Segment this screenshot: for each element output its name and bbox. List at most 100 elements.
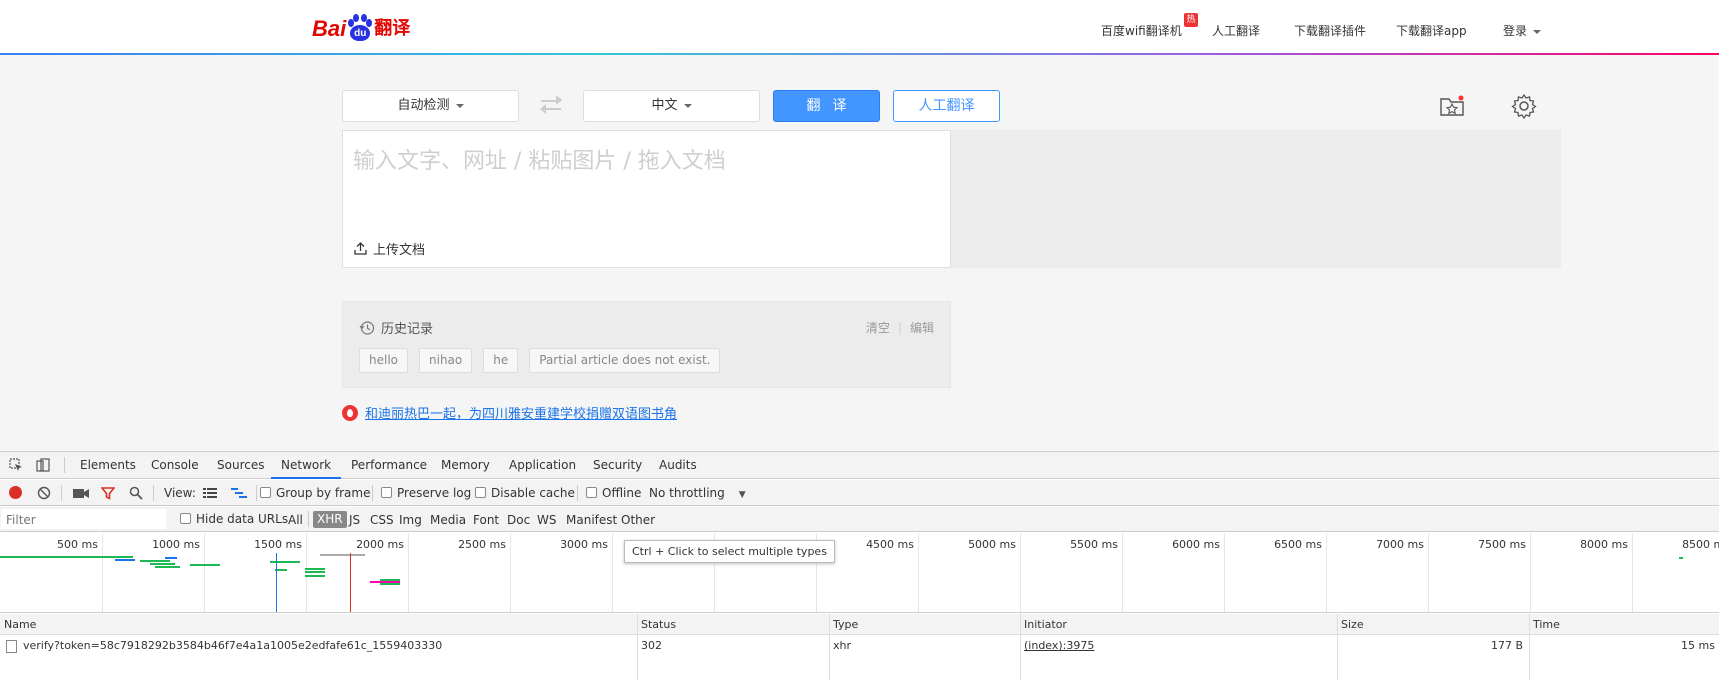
nav-human-translate[interactable]: 人工翻译	[1212, 22, 1260, 39]
column-time[interactable]: Time	[1533, 618, 1560, 631]
filter-type-doc[interactable]: Doc	[507, 513, 530, 527]
tab-console[interactable]: Console	[151, 452, 199, 479]
hide-data-urls-checkbox[interactable]: Hide data URLs	[180, 512, 288, 526]
group-by-frame-checkbox[interactable]: Group by frame	[260, 486, 370, 500]
promo-link[interactable]: 和迪丽热巴一起，为四川雅安重建学校捐赠双语图书角	[342, 403, 677, 422]
row-initiator-link[interactable]: (index):3975	[1024, 639, 1094, 652]
history-edit-button[interactable]: 编辑	[910, 321, 934, 335]
tab-application[interactable]: Application	[509, 452, 576, 479]
preserve-log-label: Preserve log	[397, 486, 472, 500]
filter-type-ws[interactable]: WS	[537, 513, 556, 527]
timeline-gridline	[1122, 533, 1123, 612]
offline-label: Offline	[602, 486, 642, 500]
table-row[interactable]: verify?token=58c7918292b3584b46f7e4a1a10…	[0, 636, 1719, 656]
timeline-gridline	[1020, 533, 1021, 612]
timeline-label: 5500 ms	[1070, 538, 1118, 551]
source-language-select[interactable]: 自动检测	[342, 90, 519, 122]
history-tags: hello nihao he Partial article does not …	[359, 348, 721, 373]
history-clear-button[interactable]: 清空	[866, 321, 890, 335]
filter-type-media[interactable]: Media	[430, 513, 466, 527]
timeline-event-marker	[276, 553, 277, 612]
timeline-gridline	[612, 533, 613, 612]
history-item[interactable]: Partial article does not exist.	[529, 348, 721, 373]
tab-network[interactable]: Network	[271, 452, 342, 479]
timeline-request-bar	[380, 583, 400, 585]
human-translate-button[interactable]: 人工翻译	[893, 90, 1000, 122]
target-language-select[interactable]: 中文	[583, 90, 760, 122]
timeline-label: 7500 ms	[1478, 538, 1526, 551]
throttling-label: No throttling	[649, 486, 725, 500]
nav-wifi-translator[interactable]: 百度wifi翻译机	[1101, 22, 1182, 39]
nav-download-plugin[interactable]: 下载翻译插件	[1294, 22, 1366, 39]
site-header: Bai du 翻译 百度wifi翻译机 热 人工翻译 下载翻译插件 下载翻译ap…	[0, 0, 1719, 54]
column-status[interactable]: Status	[641, 618, 676, 631]
clear-icon[interactable]	[37, 486, 51, 500]
tab-memory[interactable]: Memory	[441, 452, 490, 479]
timeline-request-bar	[155, 566, 180, 568]
overview-waterfall-icon[interactable]	[231, 487, 247, 499]
column-type[interactable]: Type	[833, 618, 858, 631]
filter-type-css[interactable]: CSS	[370, 513, 394, 527]
baidu-fanyi-logo[interactable]: Bai du 翻译	[312, 12, 410, 42]
preserve-log-checkbox[interactable]: Preserve log	[381, 486, 471, 500]
filter-type-manifest[interactable]: Manifest	[566, 513, 617, 527]
tab-performance[interactable]: Performance	[351, 452, 427, 479]
timeline-event-marker	[350, 553, 351, 612]
filter-icon[interactable]	[101, 486, 115, 500]
throttling-select[interactable]: No throttling ▼	[649, 486, 746, 500]
chevron-down-icon	[455, 103, 464, 108]
offline-checkbox[interactable]: Offline	[586, 486, 641, 500]
history-item[interactable]: nihao	[419, 348, 473, 373]
tab-elements[interactable]: Elements	[80, 452, 136, 479]
timeline-label: 2000 ms	[356, 538, 404, 551]
tab-sources[interactable]: Sources	[217, 452, 264, 479]
row-size: 177 B	[1490, 639, 1523, 652]
timeline-label: 6500 ms	[1274, 538, 1322, 551]
favorites-folder-icon[interactable]	[1438, 92, 1466, 120]
timeline-request-bar	[190, 564, 220, 566]
large-rows-icon[interactable]	[203, 487, 217, 499]
swap-languages-icon[interactable]	[539, 94, 563, 116]
history-item[interactable]: hello	[359, 348, 408, 373]
nav-login[interactable]: 登录	[1503, 22, 1542, 39]
view-label: View:	[164, 486, 196, 500]
filter-type-js[interactable]: JS	[349, 513, 360, 527]
search-icon[interactable]	[129, 486, 143, 500]
record-icon[interactable]	[9, 486, 22, 499]
tab-security[interactable]: Security	[593, 452, 642, 479]
nav-download-app[interactable]: 下载翻译app	[1396, 22, 1467, 39]
settings-gear-icon[interactable]	[1510, 92, 1538, 120]
timeline-gridline	[204, 533, 205, 612]
timeline-request-bar	[1679, 557, 1683, 559]
timeline-label: 7000 ms	[1376, 538, 1424, 551]
filter-type-all[interactable]: All	[288, 513, 303, 527]
filter-type-img[interactable]: Img	[399, 513, 422, 527]
history-title-label: 历史记录	[381, 322, 434, 337]
filter-type-xhr[interactable]: XHR	[313, 511, 347, 528]
filter-type-font[interactable]: Font	[473, 513, 499, 527]
disable-cache-checkbox[interactable]: Disable cache	[475, 486, 575, 500]
column-name[interactable]: Name	[4, 618, 36, 631]
network-overview-timeline[interactable]: 500 ms 1000 ms 1500 ms 2000 ms 2500 ms 3000 m…	[0, 533, 1719, 613]
timeline-request-bar	[165, 557, 177, 559]
tab-audits[interactable]: Audits	[659, 452, 697, 479]
logo-fanyi: 翻译	[374, 18, 411, 39]
target-language-label: 中文	[651, 98, 678, 113]
timeline-gridline	[102, 533, 103, 612]
timeline-label: 4500 ms	[866, 538, 914, 551]
source-text-input[interactable]: 输入文字、网址 / 粘贴图片 / 拖入文档 上传文档	[342, 130, 951, 268]
filter-type-other[interactable]: Other	[621, 513, 655, 527]
column-size[interactable]: Size	[1341, 618, 1364, 631]
upload-icon	[354, 242, 367, 255]
inspect-element-icon[interactable]	[9, 458, 23, 472]
translate-button[interactable]: 翻译	[773, 90, 880, 122]
group-by-frame-label: Group by frame	[276, 486, 371, 500]
upload-label: 上传文档	[373, 243, 426, 258]
network-table-header: Name Status Type Initiator Size Time	[0, 614, 1719, 635]
history-panel: 历史记录 清空 | 编辑 hello nihao he Partial articl…	[342, 301, 951, 388]
history-item[interactable]: he	[483, 348, 519, 373]
upload-document-button[interactable]: 上传文档	[354, 239, 425, 258]
device-toolbar-icon[interactable]	[36, 458, 50, 472]
camera-icon[interactable]	[73, 487, 89, 499]
column-initiator[interactable]: Initiator	[1024, 618, 1067, 631]
